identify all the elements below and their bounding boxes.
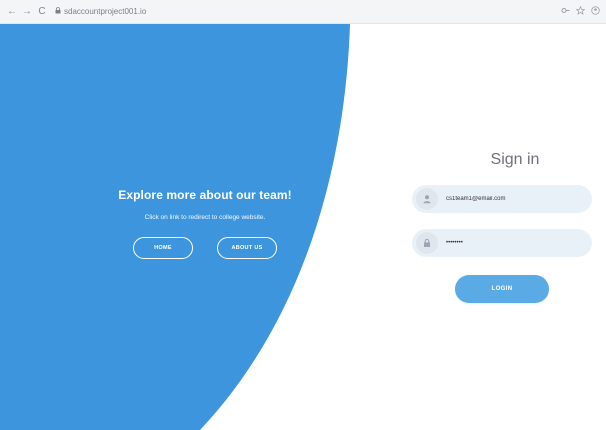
hero-title: Explore more about our team! (118, 188, 292, 202)
lock-icon (416, 232, 438, 254)
hero-panel (0, 24, 606, 430)
forward-icon[interactable]: → (21, 6, 33, 17)
password-input[interactable] (444, 239, 588, 247)
browser-actions (561, 5, 600, 17)
user-icon (416, 188, 438, 210)
profile-icon[interactable] (591, 6, 600, 17)
login-button[interactable]: LOGIN (455, 275, 549, 303)
browser-toolbar: ← → C sdaccountproject001.io (0, 0, 606, 24)
hero-buttons: HOME ABOUT US (110, 237, 300, 259)
email-field[interactable] (412, 185, 592, 213)
address-text: sdaccountproject001.io (64, 7, 147, 16)
lock-icon (55, 7, 61, 16)
password-field[interactable] (412, 229, 592, 257)
home-button[interactable]: HOME (133, 237, 193, 259)
star-icon[interactable] (575, 5, 586, 17)
hero-background (0, 24, 350, 430)
key-icon[interactable] (561, 6, 570, 17)
reload-icon[interactable]: C (36, 6, 48, 17)
hero-content: Explore more about our team! Click on li… (110, 188, 300, 259)
address-bar[interactable]: sdaccountproject001.io (55, 7, 146, 16)
signin-title: Sign in (490, 151, 540, 168)
back-icon[interactable]: ← (6, 6, 18, 17)
email-input[interactable] (444, 195, 588, 203)
hero-subtitle: Click on link to redirect to college web… (144, 214, 266, 221)
about-us-button[interactable]: ABOUT US (217, 237, 277, 259)
